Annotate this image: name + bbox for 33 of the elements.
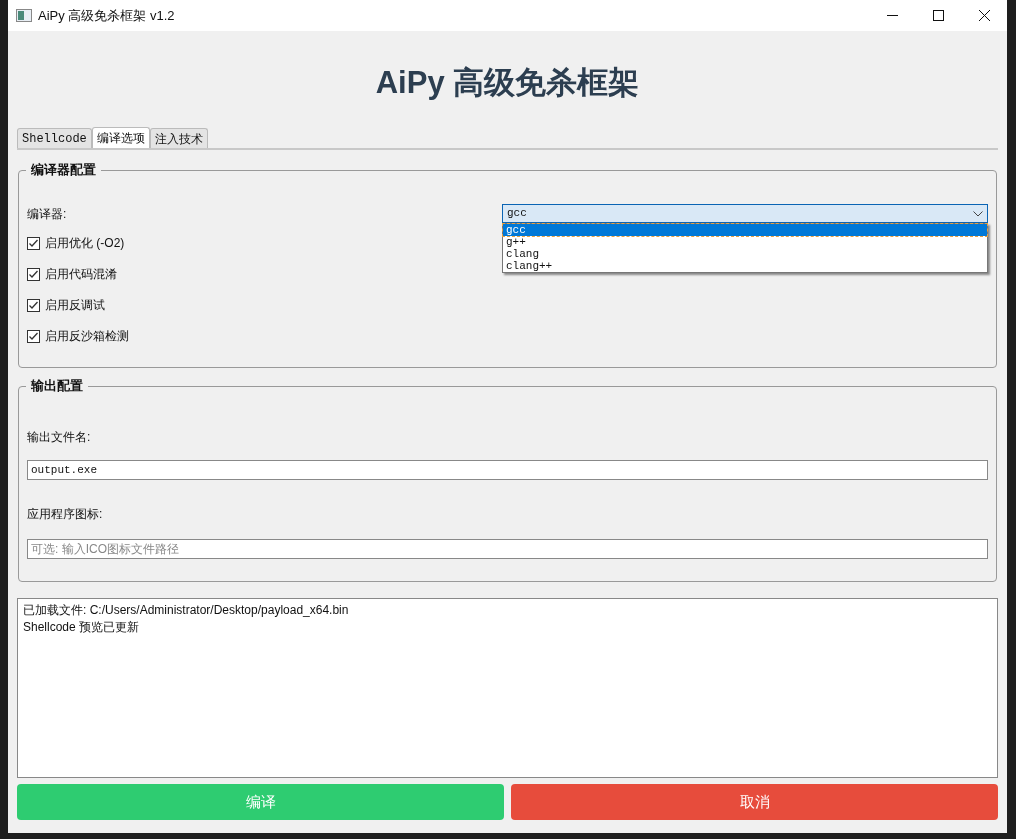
checkbox[interactable] — [27, 236, 40, 250]
dropdown-option[interactable]: g++ — [503, 236, 987, 248]
checkbox-label: 启用代码混淆 — [45, 266, 117, 283]
tab[interactable]: Shellcode — [17, 128, 92, 148]
field-label: 输出文件名: — [27, 429, 92, 444]
cancel-button[interactable]: 取消 — [511, 784, 998, 820]
dropdown-option[interactable]: clang++ — [503, 260, 987, 272]
maximize-icon — [932, 10, 944, 21]
dropdown-option[interactable]: gcc — [503, 224, 987, 236]
app-icon — [16, 9, 32, 22]
window-title: AiPy 高级免杀框架 v1.2 — [38, 6, 175, 25]
group-title: 输出配置 — [26, 377, 88, 395]
tab[interactable]: 注入技术 — [149, 128, 208, 148]
checkbox-label: 启用反调试 — [45, 297, 105, 314]
minimize-icon — [886, 14, 898, 17]
close-icon — [978, 10, 990, 21]
log-line: 已加载文件: C:/Users/Administrator/Desktop/payload_x64.bin — [23, 602, 350, 619]
group-title: 编译器配置 — [26, 161, 101, 179]
checkbox[interactable] — [27, 329, 40, 343]
field-label: 应用程序图标: — [27, 506, 104, 521]
chevron-down-icon — [973, 210, 983, 217]
checkbox[interactable] — [27, 267, 40, 281]
icon-path-field[interactable]: 可选: 输入ICO图标文件路径 — [27, 539, 988, 559]
log-line: Shellcode 预览已更新 — [23, 619, 141, 636]
compiler-dropdown[interactable]: gcc — [502, 204, 988, 223]
field-label: 编译器: — [27, 205, 68, 223]
dropdown-option[interactable]: clang — [503, 248, 987, 260]
checkbox-label: 启用优化 (-O2) — [45, 235, 125, 252]
checkbox[interactable] — [27, 298, 40, 312]
checkbox-label: 启用反沙箱检测 — [45, 328, 129, 345]
app-heading: AiPy 高级免杀框架 — [375, 63, 640, 102]
tab[interactable]: 编译选项 — [91, 127, 150, 148]
filename-field[interactable]: output.exe — [27, 460, 988, 480]
